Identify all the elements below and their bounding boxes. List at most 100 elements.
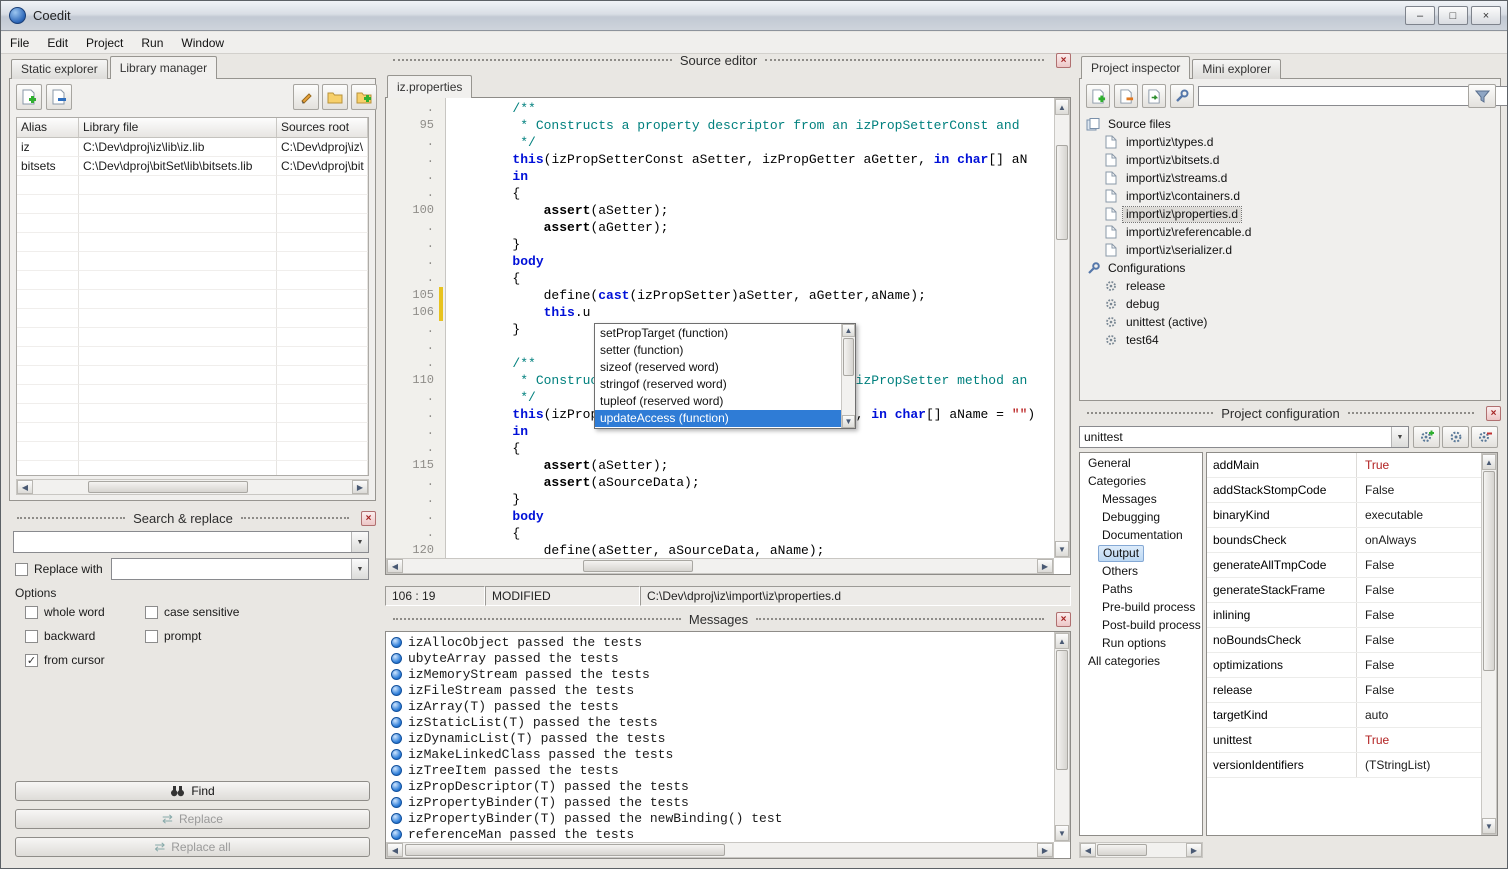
code-line[interactable]: . } <box>386 491 1054 508</box>
property-value[interactable]: True <box>1357 728 1481 752</box>
property-value[interactable]: True <box>1357 453 1481 477</box>
category-run-options[interactable]: Run options <box>1080 635 1202 653</box>
scroll-down-icon[interactable]: ▼ <box>842 415 855 428</box>
close-panel-icon[interactable]: × <box>1056 53 1071 68</box>
scroll-thumb[interactable] <box>1056 650 1068 770</box>
tree-item-import-iz-properties-d[interactable]: import\iz\properties.d <box>1084 205 1496 223</box>
remove-config-button[interactable] <box>1471 426 1498 448</box>
scroll-thumb[interactable] <box>1056 145 1068 240</box>
property-value[interactable]: executable <box>1357 503 1481 527</box>
category-messages[interactable]: Messages <box>1080 491 1202 509</box>
property-row-unittest[interactable]: unittestTrue <box>1207 728 1481 753</box>
property-value[interactable]: False <box>1357 653 1481 677</box>
message-item[interactable]: izPropDescriptor(T) passed the tests <box>387 778 1054 794</box>
menu-item-project[interactable]: Project <box>77 32 132 53</box>
close-button[interactable]: × <box>1471 6 1501 25</box>
scroll-down-icon[interactable]: ▼ <box>1482 818 1496 834</box>
replace-button[interactable]: ⇄ Replace <box>15 809 370 829</box>
tab-mini-explorer[interactable]: Mini explorer <box>1192 59 1281 79</box>
replace-with-checkbox[interactable]: Replace with <box>15 559 103 579</box>
tree-node-source-files[interactable]: Source files <box>1084 115 1496 133</box>
property-row-noboundscheck[interactable]: noBoundsCheckFalse <box>1207 628 1481 653</box>
category-documentation[interactable]: Documentation <box>1080 527 1202 545</box>
completion-scrollbar[interactable]: ▲ ▼ <box>841 324 855 428</box>
message-item[interactable]: izMakeLinkedClass passed the tests <box>387 746 1054 762</box>
scroll-left-icon[interactable]: ◀ <box>1080 843 1096 857</box>
tree-item-test64[interactable]: test64 <box>1084 331 1496 349</box>
message-item[interactable]: izFileStream passed the tests <box>387 682 1054 698</box>
category-all-categories[interactable]: All categories <box>1080 653 1202 671</box>
scroll-up-icon[interactable]: ▲ <box>1055 633 1069 649</box>
tab-library-manager[interactable]: Library manager <box>110 56 217 79</box>
project-config-header[interactable]: Project configuration × <box>1079 404 1501 422</box>
category-others[interactable]: Others <box>1080 563 1202 581</box>
code-line[interactable]: . } <box>386 236 1054 253</box>
property-row-versionidentifiers[interactable]: versionIdentifiers(TStringList) <box>1207 753 1481 778</box>
tab-project-inspector[interactable]: Project inspector <box>1081 56 1190 79</box>
tree-item-release[interactable]: release <box>1084 277 1496 295</box>
remove-library-button[interactable] <box>46 84 72 110</box>
replace-with-combobox[interactable]: ▼ <box>111 558 369 580</box>
tree-item-import-iz-containers-d[interactable]: import\iz\containers.d <box>1084 187 1496 205</box>
maximize-button[interactable]: □ <box>1438 6 1468 25</box>
tab-iz-properties[interactable]: iz.properties <box>387 75 472 98</box>
code-line[interactable]: . { <box>386 525 1054 542</box>
message-item[interactable]: izPropertyBinder(T) passed the tests <box>387 794 1054 810</box>
completion-item[interactable]: setPropTarget (function) <box>595 325 841 342</box>
tree-item-unittest-active[interactable]: unittest (active) <box>1084 313 1496 331</box>
category-debugging[interactable]: Debugging <box>1080 509 1202 527</box>
code-line[interactable]: . { <box>386 440 1054 457</box>
property-value[interactable]: False <box>1357 603 1481 627</box>
chevron-down-icon[interactable]: ▼ <box>351 532 368 552</box>
add-source-button[interactable] <box>1086 84 1110 108</box>
code-line[interactable]: . assert(aGetter); <box>386 219 1054 236</box>
property-value[interactable]: False <box>1357 478 1481 502</box>
scroll-down-icon[interactable]: ▼ <box>1055 541 1069 557</box>
remove-source-button[interactable] <box>1114 84 1138 108</box>
category-hscrollbar[interactable]: ◀ ▶ <box>1079 842 1203 858</box>
completion-item[interactable]: setter (function) <box>595 342 841 359</box>
completion-item[interactable]: stringof (reserved word) <box>595 376 841 393</box>
code-line[interactable]: . /** <box>386 100 1054 117</box>
message-item[interactable]: referenceMan passed the tests <box>387 826 1054 842</box>
message-item[interactable]: izPropertyBinder(T) passed the newBindin… <box>387 810 1054 826</box>
library-hscrollbar[interactable]: ◀ ▶ <box>16 479 369 495</box>
titlebar[interactable]: Coedit – □ × <box>1 1 1507 31</box>
code-line[interactable]: 105 define(cast(izPropSetter)aSetter, aG… <box>386 287 1054 304</box>
source-editor-header[interactable]: Source editor × <box>385 51 1071 69</box>
code-line[interactable]: . body <box>386 253 1054 270</box>
property-value[interactable]: auto <box>1357 703 1481 727</box>
add-library-button[interactable] <box>16 84 42 110</box>
clone-config-button[interactable] <box>1442 426 1469 448</box>
find-button[interactable]: Find <box>15 781 370 801</box>
property-row-binarykind[interactable]: binaryKindexecutable <box>1207 503 1481 528</box>
close-panel-icon[interactable]: × <box>1486 406 1501 421</box>
message-item[interactable]: izMemoryStream passed the tests <box>387 666 1054 682</box>
completion-item[interactable]: sizeof (reserved word) <box>595 359 841 376</box>
properties-vscrollbar[interactable]: ▲ ▼ <box>1481 453 1497 835</box>
property-value[interactable]: False <box>1357 553 1481 577</box>
tree-item-import-iz-referencable-d[interactable]: import\iz\referencable.d <box>1084 223 1496 241</box>
close-panel-icon[interactable]: × <box>1056 612 1071 627</box>
editor-hscrollbar[interactable]: ◀ ▶ <box>386 558 1054 574</box>
chevron-down-icon[interactable]: ▼ <box>351 559 368 579</box>
column-header-alias[interactable]: Alias <box>17 118 79 137</box>
scroll-right-icon[interactable]: ▶ <box>1186 843 1202 857</box>
message-item[interactable]: izArray(T) passed the tests <box>387 698 1054 714</box>
configuration-selector[interactable]: unittest ▼ <box>1079 426 1409 448</box>
scroll-down-icon[interactable]: ▼ <box>1055 825 1069 841</box>
scroll-right-icon[interactable]: ▶ <box>352 480 368 494</box>
property-value[interactable]: False <box>1357 678 1481 702</box>
category-pre-build-process[interactable]: Pre-build process <box>1080 599 1202 617</box>
messages-vscrollbar[interactable]: ▲ ▼ <box>1054 632 1070 842</box>
category-post-build-process[interactable]: Post-build process <box>1080 617 1202 635</box>
scroll-thumb[interactable] <box>1097 844 1147 856</box>
scroll-up-icon[interactable]: ▲ <box>1482 454 1496 470</box>
property-row-addmain[interactable]: addMainTrue <box>1207 453 1481 478</box>
open-library-folder-button[interactable] <box>322 84 348 110</box>
messages-header[interactable]: Messages × <box>385 610 1071 628</box>
messages-hscrollbar[interactable]: ◀ ▶ <box>386 842 1054 858</box>
table-row[interactable]: bitsetsC:\Dev\dproj\bitSet\lib\bitsets.l… <box>17 157 368 176</box>
category-general[interactable]: General <box>1080 455 1202 473</box>
code-line[interactable]: 100 assert(aSetter); <box>386 202 1054 219</box>
